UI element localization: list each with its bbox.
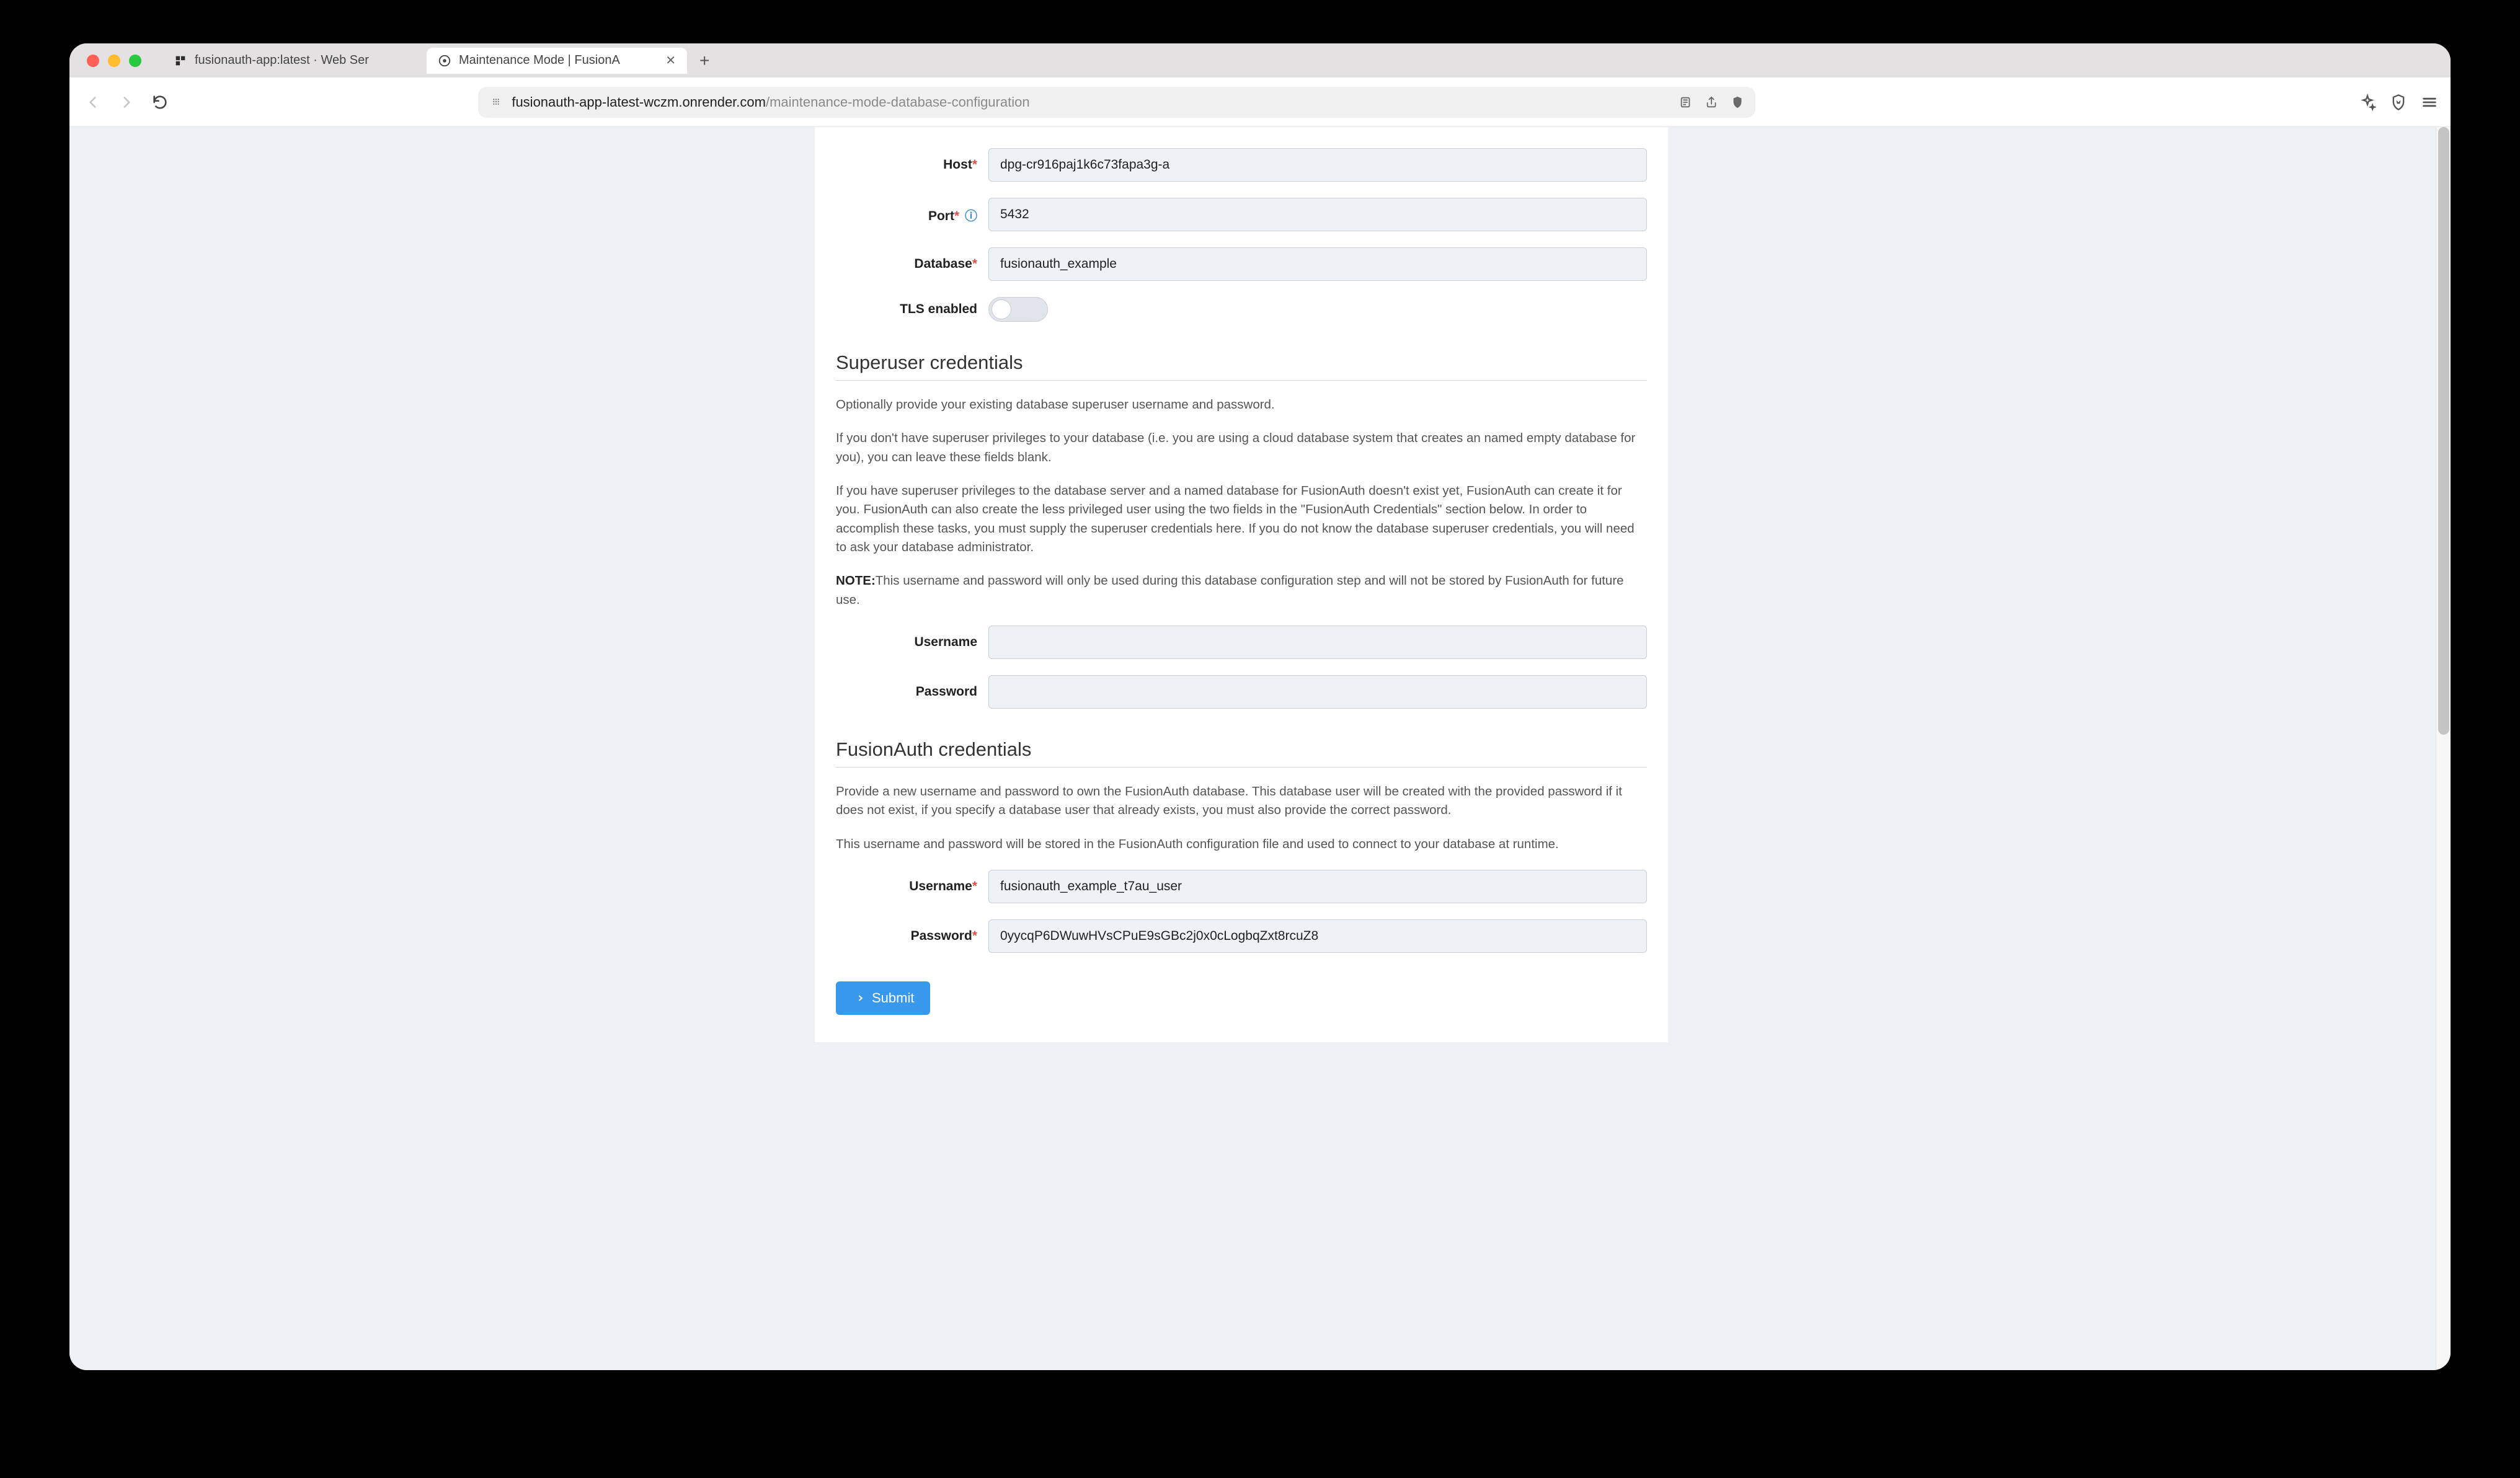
brave-shield-icon[interactable] [1731, 95, 1744, 109]
maximize-window-icon[interactable] [129, 55, 141, 67]
browser-window: fusionauth-app:latest · Web Ser Maintena… [69, 43, 2451, 1370]
required-marker: * [972, 257, 977, 271]
toggle-knob [992, 299, 1011, 319]
submit-label: Submit [872, 990, 914, 1006]
fusionauth-heading: FusionAuth credentials [836, 738, 1647, 768]
toolbar: fusionauth-app-latest-wczm.onrender.com/… [69, 77, 2451, 127]
superuser-note: NOTE:This username and password will onl… [836, 572, 1647, 609]
database-input[interactable] [988, 247, 1647, 281]
su-password-label: Password [916, 684, 977, 699]
back-button[interactable] [82, 91, 104, 113]
fa-p2: This username and password will be store… [836, 835, 1647, 854]
reader-mode-icon[interactable] [1679, 95, 1692, 109]
fa-password-input[interactable] [988, 919, 1647, 953]
tab-inactive[interactable]: fusionauth-app:latest · Web Ser [162, 48, 423, 74]
fa-username-input[interactable] [988, 870, 1647, 903]
config-card: Host* Port* ⓘ Database* TLS enabled Supe… [815, 127, 1668, 1042]
tab-title: Maintenance Mode | FusionA [459, 53, 620, 68]
brave-icon[interactable] [2390, 94, 2407, 111]
minimize-window-icon[interactable] [108, 55, 120, 67]
share-icon[interactable] [1705, 95, 1718, 109]
note-label: NOTE: [836, 573, 876, 588]
port-input[interactable] [988, 198, 1647, 231]
fa-username-label: Username [909, 879, 972, 893]
required-marker: * [972, 879, 977, 893]
sparkle-icon[interactable] [2359, 94, 2376, 111]
new-tab-button[interactable]: + [691, 51, 718, 71]
superuser-p3: If you have superuser privileges to the … [836, 482, 1647, 557]
close-tab-icon[interactable]: ✕ [665, 53, 676, 68]
info-icon[interactable]: ⓘ [965, 210, 977, 223]
su-password-input[interactable] [988, 675, 1647, 709]
required-marker: * [972, 157, 977, 172]
arrow-right-icon [852, 992, 864, 1004]
reload-button[interactable] [149, 91, 171, 113]
note-text: This username and password will only be … [836, 573, 1624, 606]
forward-button[interactable] [115, 91, 138, 113]
fa-p1: Provide a new username and password to o… [836, 782, 1647, 820]
tab-title: fusionauth-app:latest · Web Ser [195, 53, 369, 68]
scrollbar-thumb[interactable] [2438, 127, 2449, 735]
su-username-label: Username [914, 635, 977, 649]
close-window-icon[interactable] [87, 55, 99, 67]
required-marker: * [972, 929, 977, 943]
superuser-heading: Superuser credentials [836, 352, 1647, 381]
submit-button[interactable]: Submit [836, 981, 930, 1015]
host-input[interactable] [988, 148, 1647, 182]
database-label: Database [914, 257, 972, 271]
toolbar-right [2359, 94, 2438, 111]
window-controls [87, 55, 141, 67]
scrollbar[interactable] [2436, 127, 2451, 1370]
fa-password-label: Password [911, 929, 972, 943]
superuser-p1: Optionally provide your existing databas… [836, 396, 1647, 414]
superuser-p2: If you don't have superuser privileges t… [836, 429, 1647, 467]
su-username-input[interactable] [988, 626, 1647, 659]
required-marker: * [954, 209, 959, 223]
tab-active[interactable]: Maintenance Mode | FusionA ✕ [427, 48, 687, 74]
tls-label: TLS enabled [900, 302, 977, 316]
menu-icon[interactable] [2421, 94, 2438, 111]
site-settings-icon[interactable] [489, 95, 503, 109]
tab-bar: fusionauth-app:latest · Web Ser Maintena… [69, 43, 2451, 77]
fusionauth-favicon-icon [438, 54, 451, 68]
tls-toggle[interactable] [988, 297, 1048, 322]
address-bar[interactable]: fusionauth-app-latest-wczm.onrender.com/… [478, 87, 1755, 118]
url-text: fusionauth-app-latest-wczm.onrender.com/… [512, 94, 1670, 110]
port-label: Port [928, 209, 954, 223]
url-path: /maintenance-mode-database-configuration [766, 94, 1030, 110]
render-favicon-icon [174, 54, 187, 68]
host-label: Host [943, 157, 972, 172]
url-domain: fusionauth-app-latest-wczm.onrender.com [512, 94, 766, 110]
page-viewport: Host* Port* ⓘ Database* TLS enabled Supe… [69, 127, 2436, 1370]
